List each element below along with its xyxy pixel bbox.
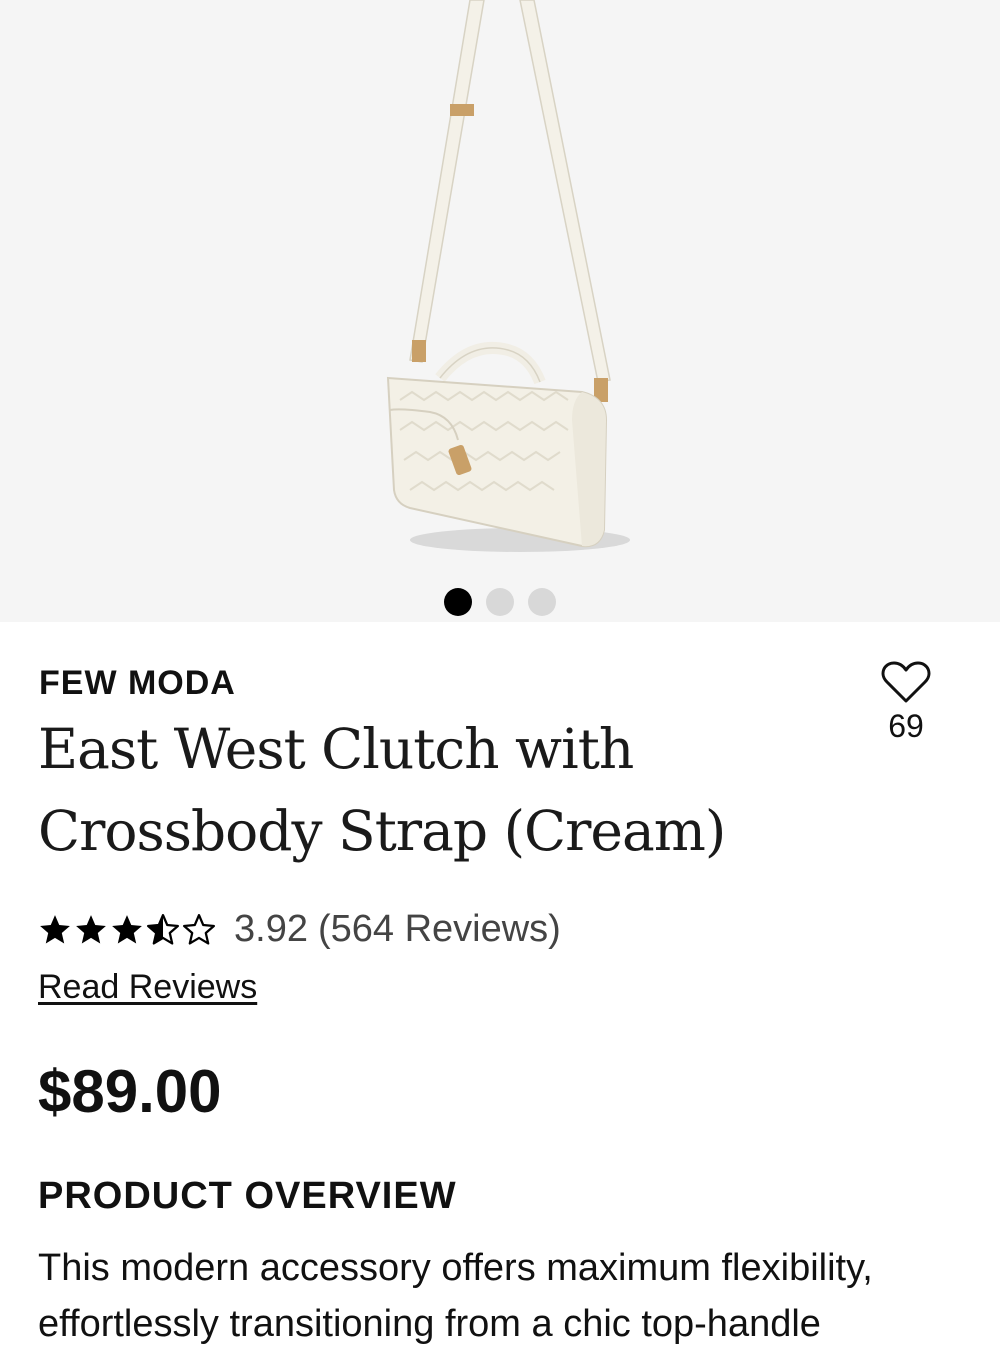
star-filled-icon	[76, 914, 106, 943]
star-half-icon	[146, 913, 180, 945]
gallery-dot-2[interactable]	[486, 588, 514, 616]
product-overview-text: This modern accessory offers maximum fle…	[38, 1247, 873, 1345]
product-price: $89.00	[38, 1058, 222, 1125]
product-image-gallery[interactable]	[0, 0, 1000, 622]
gallery-dot-1[interactable]	[444, 588, 472, 616]
favorite-count: 69	[888, 708, 924, 744]
star-filled-icon	[112, 914, 142, 943]
brand-name[interactable]: FEW MODA	[39, 664, 236, 703]
rating-summary: 3.92 (564 Reviews)	[38, 908, 571, 951]
gallery-pagination	[444, 588, 556, 616]
product-overview-heading: PRODUCT OVERVIEW	[38, 1175, 457, 1217]
star-rating	[38, 913, 216, 947]
heart-outline-icon	[881, 661, 931, 703]
product-title: East West Clutch with Crossbody Strap (C…	[38, 717, 726, 863]
review-count: (564 Reviews)	[317, 908, 561, 950]
star-filled-icon	[40, 914, 70, 943]
rating-value: 3.92	[234, 908, 308, 950]
product-image	[386, 0, 630, 552]
read-reviews-link[interactable]: Read Reviews	[38, 968, 257, 1007]
gallery-dot-3[interactable]	[528, 588, 556, 616]
favorite-button[interactable]: 69	[874, 660, 938, 745]
star-outline-icon	[182, 913, 216, 945]
